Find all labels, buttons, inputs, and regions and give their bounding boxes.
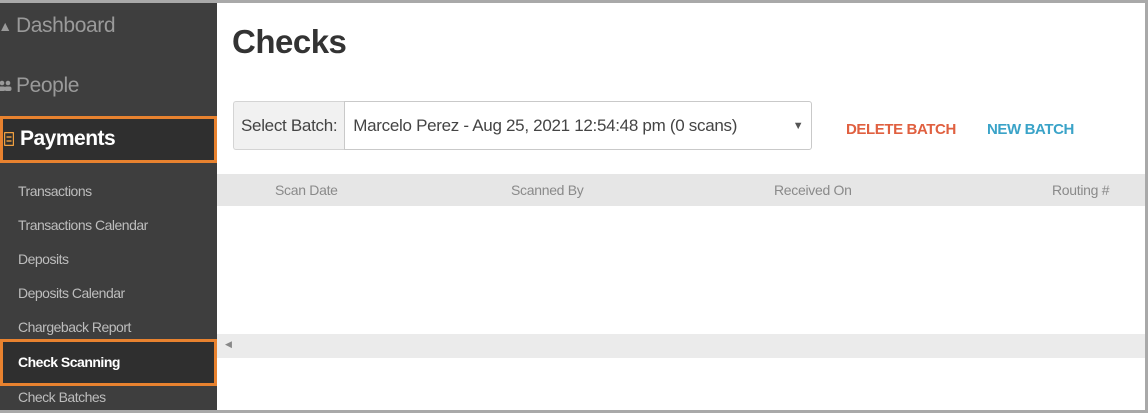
sidebar-item-transactions[interactable]: Transactions	[18, 181, 92, 201]
sidebar-item-deposits-calendar[interactable]: Deposits Calendar	[18, 283, 125, 303]
column-header-routing[interactable]: Routing #	[1052, 182, 1110, 198]
column-header-scanned-by[interactable]: Scanned By	[511, 182, 584, 198]
sidebar-item-chargeback-report[interactable]: Chargeback Report	[18, 317, 131, 337]
sidebar-item-transactions-calendar[interactable]: Transactions Calendar	[18, 215, 148, 235]
new-batch-button[interactable]: NEW BATCH	[987, 121, 1074, 138]
scroll-left-arrow-icon[interactable]: ◀	[225, 339, 232, 350]
app-window: ▲ Dashboard People Payments Transactions…	[0, 0, 1148, 413]
sidebar-item-dashboard[interactable]: ▲ Dashboard	[0, 6, 217, 46]
batch-select-label: Select Batch:	[233, 101, 345, 150]
sidebar-item-check-scanning[interactable]: Check Scanning	[0, 339, 217, 385]
sidebar-item-label: Payments	[20, 127, 116, 150]
column-header-scan-date[interactable]: Scan Date	[275, 182, 338, 198]
sidebar-item-deposits[interactable]: Deposits	[18, 249, 69, 269]
sidebar: ▲ Dashboard People Payments Transactions…	[0, 3, 217, 410]
horizontal-scrollbar[interactable]: ◀	[217, 334, 1145, 358]
sidebar-item-payments[interactable]: Payments	[0, 117, 217, 161]
sidebar-item-label: People	[16, 74, 79, 97]
checks-table-header: Scan Date Scanned By Received On Routing…	[217, 174, 1145, 206]
sidebar-item-label: Dashboard	[16, 14, 116, 37]
payments-icon	[2, 132, 16, 146]
caret-down-icon: ▼	[792, 119, 804, 132]
sidebar-item-check-batches[interactable]: Check Batches	[18, 387, 106, 407]
delete-batch-button[interactable]: DELETE BATCH	[846, 121, 956, 138]
dashboard-icon: ▲	[0, 18, 14, 34]
people-icon	[0, 80, 14, 92]
batch-select-dropdown[interactable]: Marcelo Perez - Aug 25, 2021 12:54:48 pm…	[344, 101, 813, 150]
sidebar-item-people[interactable]: People	[0, 66, 217, 106]
batch-selector: Select Batch: Marcelo Perez - Aug 25, 20…	[233, 101, 813, 150]
column-header-received-on[interactable]: Received On	[774, 182, 852, 198]
batch-select-value: Marcelo Perez - Aug 25, 2021 12:54:48 pm…	[353, 115, 738, 135]
page-title: Checks	[232, 23, 347, 60]
main-content: Checks Select Batch: Marcelo Perez - Aug…	[217, 3, 1145, 410]
